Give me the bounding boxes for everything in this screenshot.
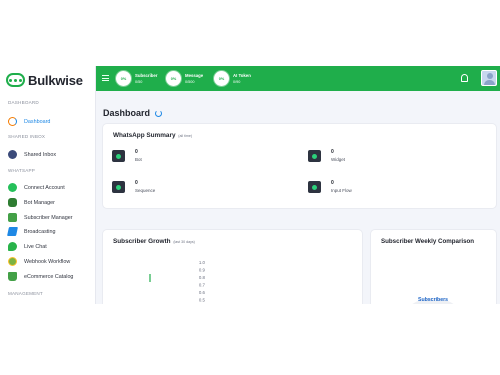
y-tick-label: 0.8 [199,275,206,280]
summary-value: 0 [331,149,334,155]
card-subtitle: (all time) [178,134,193,138]
refresh-icon[interactable] [155,109,163,117]
y-tick-label: 0.7 [199,283,206,288]
sidebar-item-label: Connect Account [24,184,65,191]
sidebar-item-shared-inbox[interactable]: Shared Inbox [4,148,92,161]
sidebar-item-label: Webhook Workflow [24,258,71,265]
live-chat-icon [8,242,17,251]
sidebar-item-live-chat[interactable]: Live Chat [4,240,92,253]
stat-value: 0/50 [135,79,143,84]
webhook-icon [8,257,17,266]
summary-label: Widget [331,157,346,162]
whatsapp-icon [8,183,17,192]
app-viewport: Bulkwise DASHBOARD Dashboard SHARED INBO… [0,66,500,304]
summary-bot[interactable]: 0 Bot [112,148,142,164]
section-shared-inbox: SHARED INBOX [8,134,46,139]
stat-ai-token: 0% AI Token 0/90 [214,69,251,88]
section-management: MANAGEMENT [8,291,43,296]
brand-logo[interactable]: Bulkwise [6,71,83,89]
y-tick-label: 1.0 [199,260,206,265]
section-whatsapp: WHATSAPP [8,168,36,173]
sequence-icon [112,181,125,193]
input-flow-icon [308,181,321,193]
sidebar-item-bot-manager[interactable]: Bot Manager [4,196,92,209]
progress-ring: 0% [116,71,131,86]
subscriber-growth-chart: 1.0 0.9 0.8 0.7 0.6 0.5 [149,260,206,303]
sidebar-item-dashboard[interactable]: Dashboard [4,115,92,128]
stat-title: AI Token [233,72,251,78]
summary-value: 0 [331,180,334,186]
donut-center-label: Subscribers [418,297,448,303]
bot-icon [112,150,125,162]
y-tick-label: 0.5 [199,298,206,303]
summary-value: 0 [135,180,138,186]
whatsapp-summary-card: WhatsApp Summary (all time) 0 Bot 0 Widg… [103,124,496,208]
summary-label: Input Flow [331,188,352,193]
sidebar-item-ecommerce-catalog[interactable]: eCommerce Catalog [4,270,92,283]
sidebar-item-webhook-workflow[interactable]: Webhook Workflow [4,255,92,268]
stat-title: Message [185,72,204,78]
sidebar-item-label: Bot Manager [24,199,55,206]
subscriber-icon [8,213,17,222]
stat-value: 0/500 [185,79,195,84]
page-title-text: Dashboard [103,108,151,118]
stat-value: 0/90 [233,79,241,84]
card-title-text: WhatsApp Summary [113,132,176,139]
sidebar-item-label: Broadcasting [24,228,56,235]
sidebar-item-label: Subscriber Manager [24,214,73,221]
menu-icon[interactable] [102,75,109,81]
brand-name: Bulkwise [28,72,83,88]
sidebar-item-broadcasting[interactable]: Broadcasting [4,225,92,238]
widget-icon [308,150,321,162]
summary-value: 0 [135,149,138,155]
progress-ring: 0% [166,71,181,86]
sidebar-item-label: eCommerce Catalog [24,273,74,280]
page-title: Dashboard [103,108,163,118]
y-tick-label: 0.6 [199,290,206,295]
top-bar: 0% Subscriber 0/50 0% Message 0/500 0% A… [96,66,500,91]
subscriber-growth-card: Subscriber Growth (last 30 days) 1.0 0.9 0… [103,230,362,304]
stat-subscriber: 0% Subscriber 0/50 [116,69,157,88]
dashboard-icon [8,117,17,126]
sidebar-item-label: Shared Inbox [24,151,57,158]
section-dashboard: DASHBOARD [8,100,39,105]
sidebar-item-label: Dashboard [24,118,51,125]
chat-bubble-logo-icon [6,73,25,87]
summary-sequence[interactable]: 0 Sequence [112,179,155,195]
progress-ring: 0% [214,71,229,86]
user-avatar[interactable] [481,70,497,86]
sidebar-item-connect-account[interactable]: Connect Account [4,181,92,194]
bell-icon[interactable] [461,74,468,82]
sidebar-item-subscriber-manager[interactable]: Subscriber Manager [4,211,92,224]
weekly-comparison-card: Subscriber Weekly Comparison Subscribers [371,230,496,304]
weekly-comparison-chart: Subscribers [412,297,454,304]
shared-inbox-icon [8,150,17,159]
y-tick-label: 0.9 [199,268,206,273]
summary-label: Sequence [135,188,156,193]
stat-message: 0% Message 0/500 [166,69,203,88]
summary-widget[interactable]: 0 Widget [308,148,345,164]
bot-icon [8,198,17,207]
summary-input-flow[interactable]: 0 Input Flow [308,179,352,195]
card-title: WhatsApp Summary (all time) [113,132,192,139]
summary-label: Bot [135,157,142,162]
stat-title: Subscriber [135,72,158,78]
broadcast-icon [7,227,18,236]
catalog-icon [8,272,17,281]
sidebar-item-label: Live Chat [24,243,47,250]
sidebar: Bulkwise DASHBOARD Dashboard SHARED INBO… [0,66,96,304]
